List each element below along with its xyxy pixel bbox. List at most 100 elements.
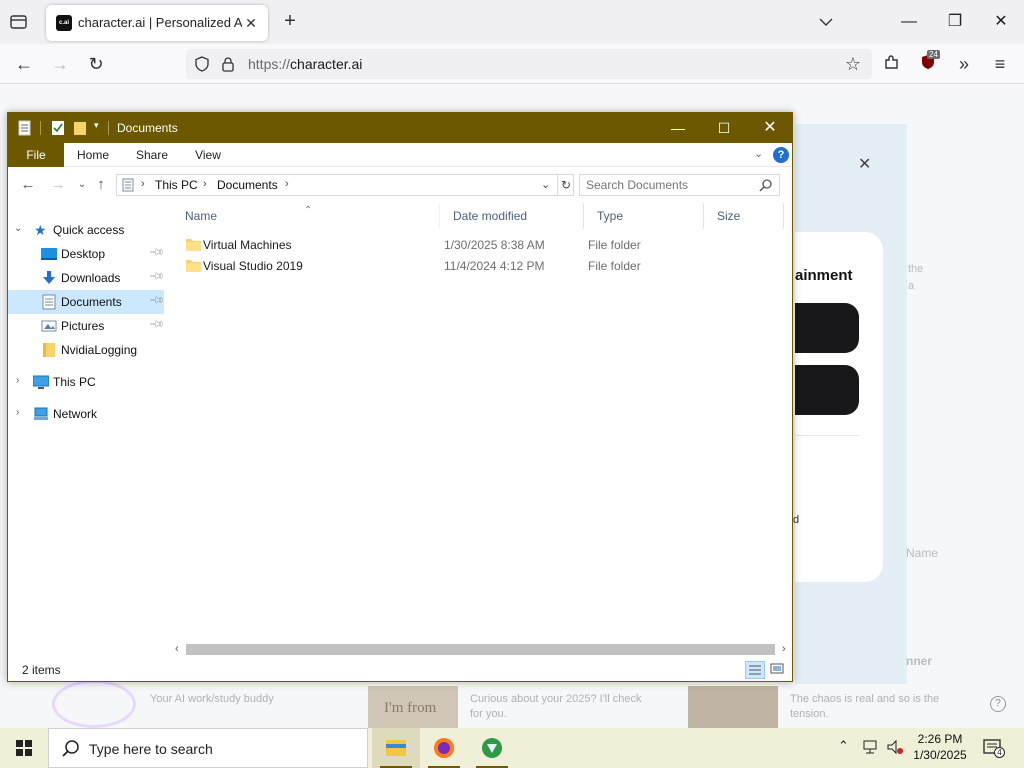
file-name: Visual Studio 2019: [203, 259, 303, 273]
url-bar[interactable]: https://character.ai: [186, 49, 872, 79]
extensions-puzzle-icon[interactable]: [880, 52, 904, 76]
modal-close-icon[interactable]: ✕: [858, 154, 871, 174]
taskbar-clock[interactable]: 2:26 PM 1/30/2025: [904, 731, 976, 763]
nav-item-desktop[interactable]: Desktop 📌︎: [8, 242, 165, 266]
shield-icon[interactable]: [194, 56, 210, 72]
windows-start-icon[interactable]: [0, 728, 48, 768]
file-row[interactable]: Virtual Machines 1/30/2025 8:38 AM File …: [182, 234, 782, 255]
file-row[interactable]: Visual Studio 2019 11/4/2024 4:12 PM Fil…: [182, 255, 782, 276]
help-question-icon[interactable]: ?: [773, 147, 789, 163]
file-properties-icon[interactable]: [18, 120, 32, 136]
nav-item-nvidialogging[interactable]: NvidiaLogging: [8, 338, 164, 362]
expand-chevron-icon[interactable]: ›: [16, 407, 19, 418]
explorer-title-bar[interactable]: ▾ Documents — ☐ ✕: [8, 113, 792, 143]
nav-item-downloads[interactable]: Downloads 📌︎: [8, 266, 165, 290]
column-header-name[interactable]: Name ⌃: [172, 203, 440, 229]
crumb-documents[interactable]: Documents: [217, 178, 278, 192]
pin-icon[interactable]: 📌︎: [148, 292, 165, 309]
expand-ribbon-chevron-icon[interactable]: ⌄: [754, 147, 763, 160]
search-box[interactable]: [579, 174, 780, 196]
help-icon[interactable]: ?: [990, 696, 1006, 712]
pin-icon[interactable]: 📌︎: [148, 268, 165, 285]
taskbar-firefox-icon[interactable]: [420, 728, 468, 768]
recent-locations-chevron-icon[interactable]: ⌄: [72, 176, 92, 194]
tab-share[interactable]: Share: [128, 143, 176, 167]
scrollbar-thumb[interactable]: [186, 644, 775, 655]
taskbar-file-explorer-icon[interactable]: [372, 728, 420, 768]
taskbar-search-box[interactable]: Type here to search: [48, 728, 368, 768]
url-host: character.ai: [290, 56, 363, 72]
search-input[interactable]: [586, 178, 756, 192]
browser-minimize-icon[interactable]: —: [886, 8, 932, 36]
crumb-chevron-icon[interactable]: ›: [141, 178, 145, 190]
tab-list-icon[interactable]: [8, 12, 30, 32]
feed-card-text-1[interactable]: Your AI work/study buddy: [150, 692, 350, 707]
checkmark-document-icon[interactable]: [51, 120, 65, 136]
crumb-chevron-icon[interactable]: ›: [203, 178, 207, 190]
lock-icon[interactable]: [220, 56, 236, 72]
feed-card-text-2[interactable]: Curious about your 2025? I'll check for …: [470, 692, 650, 722]
tab-title: character.ai | Personalized AI fo: [78, 15, 242, 30]
file-explorer-window: ▾ Documents — ☐ ✕ File Home Share View ⌄…: [7, 112, 793, 682]
browser-tab-active[interactable]: c.ai character.ai | Personalized AI fo ✕: [46, 5, 268, 41]
tab-home[interactable]: Home: [70, 143, 116, 167]
continue-button-2[interactable]: [795, 365, 859, 415]
background-text-name: Name: [906, 546, 939, 560]
pin-icon[interactable]: 📌︎: [148, 316, 165, 333]
reload-icon[interactable]: ↻: [84, 52, 108, 76]
explorer-back-arrow-icon[interactable]: ←: [18, 176, 38, 194]
nav-label: Quick access: [53, 223, 125, 237]
up-arrow-icon[interactable]: ↑: [91, 176, 111, 194]
tab-view[interactable]: View: [186, 143, 230, 167]
more-tools-chevrons-icon[interactable]: »: [952, 52, 976, 76]
new-folder-icon[interactable]: [73, 120, 87, 136]
close-icon[interactable]: ✕: [747, 113, 793, 143]
browser-close-icon[interactable]: ✕: [978, 8, 1024, 36]
list-all-tabs-chevron-icon[interactable]: [816, 12, 836, 32]
bookmark-star-icon[interactable]: ☆: [841, 52, 865, 76]
crumb-chevron-icon[interactable]: ›: [285, 178, 289, 190]
column-header-size[interactable]: Size: [704, 203, 784, 229]
taskbar-download-manager-icon[interactable]: [468, 728, 516, 768]
scroll-left-arrow-icon[interactable]: ‹: [175, 643, 179, 655]
network-status-icon[interactable]: [862, 738, 880, 759]
crumb-this-pc[interactable]: This PC: [155, 178, 198, 192]
column-header-type[interactable]: Type: [584, 203, 704, 229]
expand-chevron-icon[interactable]: ›: [16, 375, 19, 386]
forward-arrow-icon[interactable]: →: [48, 52, 72, 76]
nav-this-pc[interactable]: › This PC: [8, 370, 164, 394]
continue-button-1[interactable]: [795, 303, 859, 353]
search-icon[interactable]: [759, 178, 773, 192]
minimize-icon[interactable]: —: [655, 113, 701, 143]
scroll-right-arrow-icon[interactable]: ›: [782, 643, 786, 655]
qa-customize-chevron-icon[interactable]: ▾: [94, 120, 99, 131]
column-header-date[interactable]: Date modified: [440, 203, 584, 229]
horizontal-scrollbar[interactable]: ‹ ›: [172, 641, 792, 658]
url-text[interactable]: https://character.ai: [248, 56, 362, 72]
nav-quick-access[interactable]: ⌄ ★ Quick access: [8, 218, 164, 242]
feed-card-thumbnail[interactable]: I'm from: [368, 686, 458, 728]
action-center-icon[interactable]: 4: [982, 738, 1005, 758]
feed-card-thumbnail-2[interactable]: [688, 686, 778, 728]
show-hidden-icons-chevron-icon[interactable]: ⌃: [838, 738, 849, 754]
new-tab-icon[interactable]: +: [279, 10, 301, 32]
nav-item-documents[interactable]: Documents 📌︎: [8, 290, 165, 314]
maximize-icon[interactable]: ☐: [701, 113, 747, 143]
app-menu-hamburger-icon[interactable]: ≡: [988, 52, 1012, 76]
address-bar[interactable]: › This PC › Documents › ⌄ ↻: [116, 174, 574, 196]
nav-item-pictures[interactable]: Pictures 📌︎: [8, 314, 165, 338]
collapse-chevron-icon[interactable]: ⌄: [14, 223, 22, 234]
feed-card-text-3[interactable]: The chaos is real and so is the tension.: [790, 692, 980, 722]
explorer-forward-arrow-icon[interactable]: →: [48, 176, 68, 194]
nav-network[interactable]: › Network: [8, 402, 164, 426]
volume-muted-icon[interactable]: [886, 738, 904, 759]
details-view-icon[interactable]: [745, 661, 765, 679]
pin-icon[interactable]: 📌︎: [148, 244, 165, 261]
address-dropdown-chevron-icon[interactable]: ⌄: [541, 178, 550, 191]
refresh-icon[interactable]: ↻: [557, 175, 574, 195]
large-icons-view-icon[interactable]: [768, 661, 788, 679]
back-arrow-icon[interactable]: ←: [12, 52, 36, 76]
tab-close-icon[interactable]: ✕: [242, 14, 260, 32]
tab-file[interactable]: File: [8, 143, 64, 167]
browser-restore-icon[interactable]: ❐: [932, 8, 978, 36]
